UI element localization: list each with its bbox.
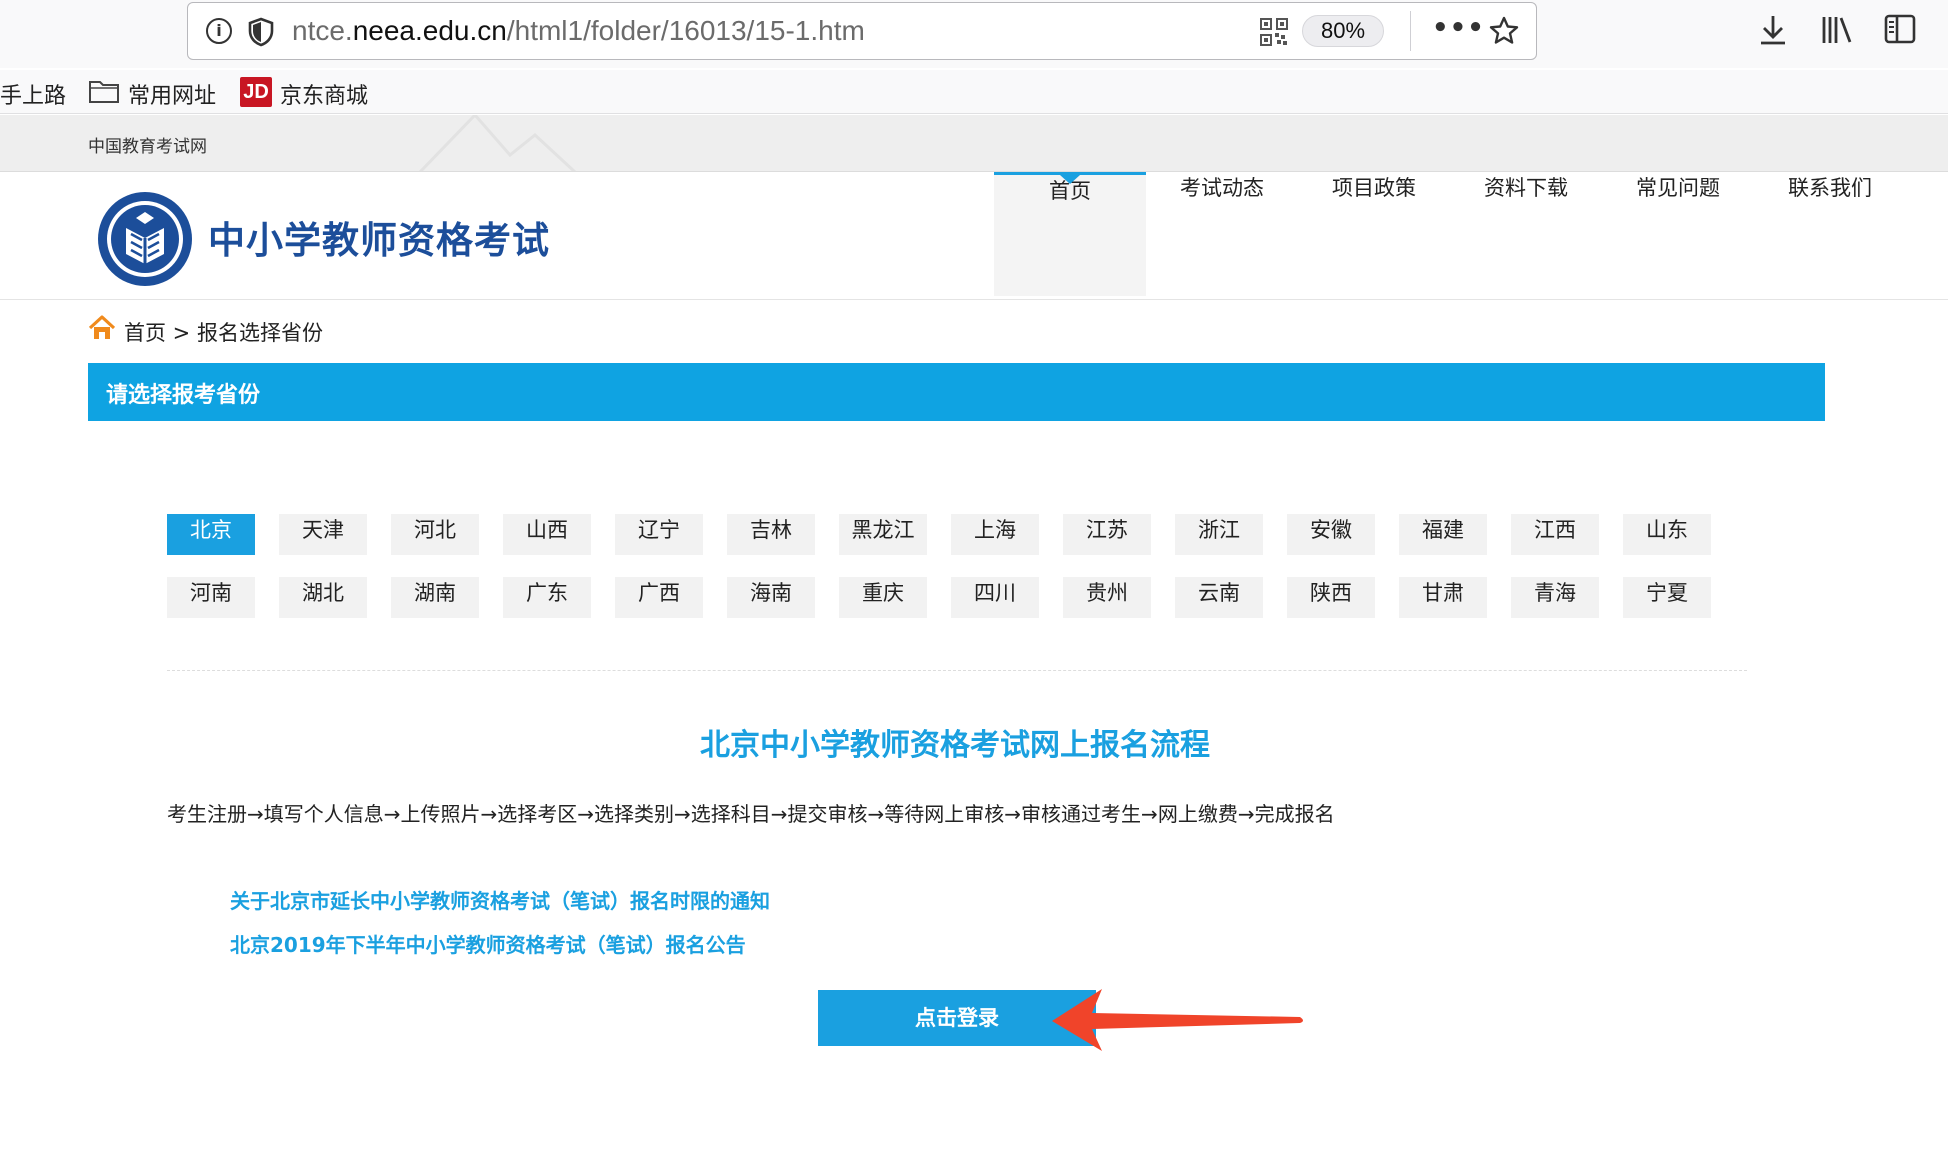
province-button[interactable]: 天津	[279, 514, 367, 555]
bookmark-jd[interactable]: 京东商城	[280, 78, 368, 110]
sidebar-toggle-icon[interactable]	[1884, 14, 1916, 44]
shield-icon[interactable]	[248, 17, 274, 47]
nav-home[interactable]: 首页	[994, 172, 1146, 296]
province-button[interactable]: 北京	[167, 514, 255, 555]
nav-faq[interactable]: 常见问题	[1602, 172, 1754, 296]
nav-label: 常见问题	[1636, 176, 1720, 200]
province-button[interactable]: 广西	[615, 577, 703, 618]
nav-contact[interactable]: 联系我们	[1754, 172, 1906, 296]
url-bar-divider	[1410, 11, 1411, 51]
bookmark-item[interactable]: 手上路	[0, 78, 66, 110]
province-button[interactable]: 广东	[503, 577, 591, 618]
site-logo-title[interactable]: 中小学教师资格考试	[208, 210, 550, 264]
home-icon[interactable]	[88, 315, 116, 341]
province-button[interactable]: 浙江	[1175, 514, 1263, 555]
province-button[interactable]: 湖北	[279, 577, 367, 618]
nav-policy[interactable]: 项目政策	[1298, 172, 1450, 296]
province-button[interactable]: 上海	[951, 514, 1039, 555]
library-icon[interactable]	[1820, 14, 1854, 46]
download-icon[interactable]	[1758, 14, 1788, 46]
flow-steps: 考生注册→填写个人信息→上传照片→选择考区→选择类别→选择科目→提交审核→等待网…	[167, 802, 1335, 826]
bookmarks-bar: 手上路 常用网址 JD 京东商城	[0, 70, 1948, 114]
mountain-decoration	[418, 115, 577, 171]
zoom-level-badge[interactable]: 80%	[1302, 15, 1384, 47]
divider	[167, 670, 1747, 671]
bookmark-star-icon[interactable]	[1488, 15, 1520, 47]
province-button[interactable]: 山西	[503, 514, 591, 555]
province-button[interactable]: 江苏	[1063, 514, 1151, 555]
jd-logo-icon: JD	[240, 77, 272, 107]
province-button[interactable]: 四川	[951, 577, 1039, 618]
nav-exam-news[interactable]: 考试动态	[1146, 172, 1298, 296]
province-button[interactable]: 辽宁	[615, 514, 703, 555]
info-icon[interactable]: i	[206, 18, 232, 44]
notice-link-announcement[interactable]: 北京2019年下半年中小学教师资格考试（笔试）报名公告	[230, 929, 746, 958]
province-button[interactable]: 甘肃	[1399, 577, 1487, 618]
province-button[interactable]: 河南	[167, 577, 255, 618]
nav-label: 联系我们	[1788, 176, 1872, 200]
more-actions-icon[interactable]: •••	[1432, 13, 1485, 43]
browser-toolbar: i ntce.neea.edu.cn/html1/folder/16013/15…	[0, 0, 1948, 68]
bookmark-folder-common[interactable]: 常用网址	[128, 78, 216, 110]
nav-label: 项目政策	[1332, 176, 1416, 200]
province-button[interactable]: 河北	[391, 514, 479, 555]
province-button[interactable]: 青海	[1511, 577, 1599, 618]
nav-downloads[interactable]: 资料下载	[1450, 172, 1602, 296]
province-button[interactable]: 海南	[727, 577, 815, 618]
folder-icon	[89, 81, 119, 103]
section-title-bar: 请选择报考省份	[88, 363, 1825, 421]
site-topbar: 中国教育考试网	[0, 115, 1948, 172]
active-caret-icon	[1060, 175, 1080, 184]
province-button[interactable]: 福建	[1399, 514, 1487, 555]
province-button[interactable]: 山东	[1623, 514, 1711, 555]
province-button[interactable]: 云南	[1175, 577, 1263, 618]
province-button[interactable]: 吉林	[727, 514, 815, 555]
province-button[interactable]: 湖南	[391, 577, 479, 618]
province-button[interactable]: 重庆	[839, 577, 927, 618]
province-button[interactable]: 江西	[1511, 514, 1599, 555]
section-title: 请选择报考省份	[106, 383, 261, 408]
url-text[interactable]: ntce.neea.edu.cn/html1/folder/16013/15-1…	[292, 15, 865, 47]
neea-link[interactable]: 中国教育考试网	[88, 132, 207, 157]
breadcrumb-text[interactable]: 首页 > 报名选择省份	[124, 317, 323, 347]
logo-emblem-icon[interactable]	[96, 190, 194, 288]
province-button[interactable]: 宁夏	[1623, 577, 1711, 618]
province-button[interactable]: 陕西	[1287, 577, 1375, 618]
province-button[interactable]: 黑龙江	[839, 514, 927, 555]
nav-label: 资料下载	[1484, 176, 1568, 200]
notice-link-extension[interactable]: 关于北京市延长中小学教师资格考试（笔试）报名时限的通知	[230, 885, 770, 914]
province-button[interactable]: 贵州	[1063, 577, 1151, 618]
url-bar[interactable]: i ntce.neea.edu.cn/html1/folder/16013/15…	[187, 2, 1537, 60]
flow-title: 北京中小学教师资格考试网上报名流程	[700, 728, 1210, 763]
nav-label: 考试动态	[1180, 176, 1264, 200]
qr-code-icon[interactable]	[1260, 18, 1288, 46]
red-arrow-annotation	[1052, 989, 1303, 1051]
site-header: 中小学教师资格考试 首页 考试动态 项目政策 资料下载 常见问题 联系我们	[0, 172, 1948, 300]
province-button[interactable]: 安徽	[1287, 514, 1375, 555]
